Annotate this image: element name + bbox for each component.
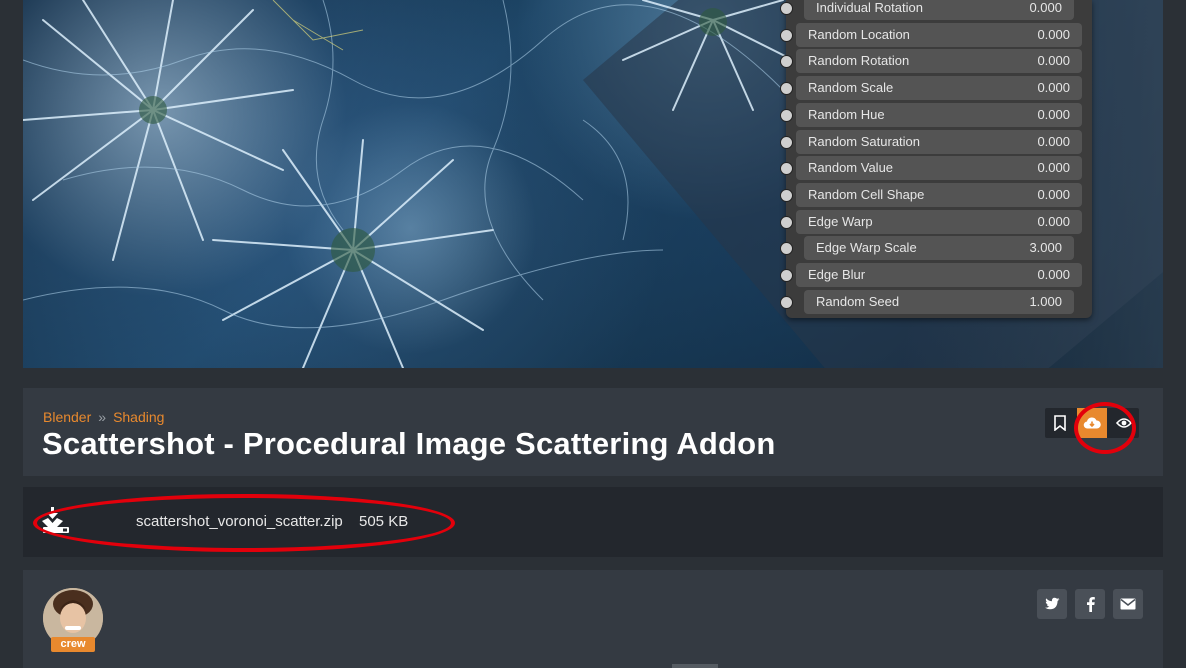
file-name-link[interactable]: scattershot_voronoi_scatter.zip [136,513,343,530]
node-field-value: 1.000 [1029,293,1062,309]
bottom-scroll-indicator [672,664,718,668]
input-socket-icon[interactable] [780,28,793,42]
cloud-download-icon [1083,417,1101,429]
node-value-field[interactable]: Random Scale 0.000 [796,76,1082,101]
node-field-label: Random Scale [808,80,894,96]
node-value-field[interactable]: Random Cell Shape 0.000 [796,182,1082,207]
node-field-value: 0.000 [1037,267,1070,282]
node-field-label: Individual Rotation [816,0,923,15]
node-field-value: 0.000 [1037,26,1070,42]
node-field-value: 0.000 [1037,213,1070,229]
node-row: Random Hue 0.000 [780,102,1092,128]
watch-button[interactable] [1109,408,1139,438]
eye-icon [1116,418,1132,428]
node-field-label: Random Value [808,160,894,176]
input-socket-icon[interactable] [780,162,793,176]
node-value-field[interactable]: Random Seed 1.000 [804,289,1074,314]
node-row: Edge Blur 0.000 [780,262,1092,288]
download-tray-icon [42,507,69,533]
download-file-button[interactable] [41,507,71,540]
node-field-label: Random Location [808,26,910,42]
input-socket-icon[interactable] [780,215,793,229]
share-facebook-button[interactable] [1075,589,1105,619]
input-socket-icon[interactable] [780,108,793,122]
node-row: Random Rotation 0.000 [780,48,1092,74]
node-value-field[interactable]: Random Saturation 0.000 [796,129,1082,154]
breadcrumb: Blender » Shading [43,409,164,425]
node-value-field[interactable]: Random Rotation 0.000 [796,49,1082,74]
input-socket-icon[interactable] [780,242,793,256]
node-field-label: Random Hue [808,106,885,122]
title-section: Blender » Shading Scattershot - Procedural… [23,388,1163,476]
node-value-field[interactable]: Individual Rotation 0.000 [804,0,1074,20]
email-icon [1120,598,1136,610]
node-value-field[interactable]: Edge Blur 0.000 [796,263,1082,287]
node-field-value: 0.000 [1029,0,1062,15]
node-row: Individual Rotation 0.000 [780,0,1092,21]
node-properties-panel: Individual Rotation 0.000 Random Location 0… [780,0,1092,318]
file-size: 505 KB [359,513,409,530]
node-row: Random Seed 1.000 [780,289,1092,315]
input-socket-icon[interactable] [780,188,793,202]
bookmark-button[interactable] [1045,408,1075,438]
page-title: Scattershot - Procedural Image Scatterin… [42,426,776,461]
node-field-label: Random Saturation [808,133,921,149]
input-socket-icon[interactable] [780,82,793,96]
node-value-field[interactable]: Random Hue 0.000 [796,102,1082,127]
facebook-icon [1086,597,1095,612]
download-button[interactable] [1077,408,1107,438]
bookmark-icon [1054,415,1066,431]
twitter-icon [1045,597,1060,610]
node-row: Edge Warp 0.000 [780,209,1092,235]
node-value-field[interactable]: Random Location 0.000 [796,22,1082,47]
node-field-label: Random Cell Shape [808,186,925,202]
node-field-value: 0.000 [1037,186,1070,202]
node-field-value: 0.000 [1037,53,1070,69]
input-socket-icon[interactable] [780,269,793,282]
node-value-field[interactable]: Edge Warp 0.000 [796,209,1082,234]
share-email-button[interactable] [1113,589,1143,619]
input-socket-icon[interactable] [780,2,793,15]
node-field-value: 0.000 [1037,160,1070,176]
share-twitter-button[interactable] [1037,589,1067,619]
input-socket-icon[interactable] [780,55,793,69]
node-value-field[interactable]: Random Value 0.000 [796,156,1082,181]
node-row: Random Scale 0.000 [780,75,1092,101]
crew-badge: crew [51,637,95,652]
node-field-label: Random Rotation [808,53,910,69]
node-value-field[interactable]: Edge Warp Scale 3.000 [804,236,1074,261]
node-field-value: 0.000 [1037,133,1070,149]
node-field-label: Edge Blur [808,267,866,282]
node-row: Random Location 0.000 [780,22,1092,48]
input-socket-icon[interactable] [780,135,793,149]
node-row: Random Saturation 0.000 [780,129,1092,155]
breadcrumb-separator: » [98,409,107,425]
node-field-value: 0.000 [1037,106,1070,122]
action-button-group [1045,408,1139,438]
breadcrumb-item-shading[interactable]: Shading [113,409,164,425]
node-field-label: Random Seed [816,293,900,309]
node-field-label: Edge Warp Scale [816,240,917,256]
file-download-bar: scattershot_voronoi_scatter.zip 505 KB [23,487,1163,557]
node-row: Random Value 0.000 [780,155,1092,181]
node-row: Edge Warp Scale 3.000 [780,235,1092,261]
breadcrumb-item-blender[interactable]: Blender [43,409,91,425]
node-field-label: Edge Warp [808,213,873,229]
node-row: Random Cell Shape 0.000 [780,182,1092,208]
input-socket-icon[interactable] [780,295,793,309]
node-field-value: 3.000 [1029,240,1062,256]
author-section: crew [23,570,1163,668]
node-field-value: 0.000 [1037,80,1070,96]
